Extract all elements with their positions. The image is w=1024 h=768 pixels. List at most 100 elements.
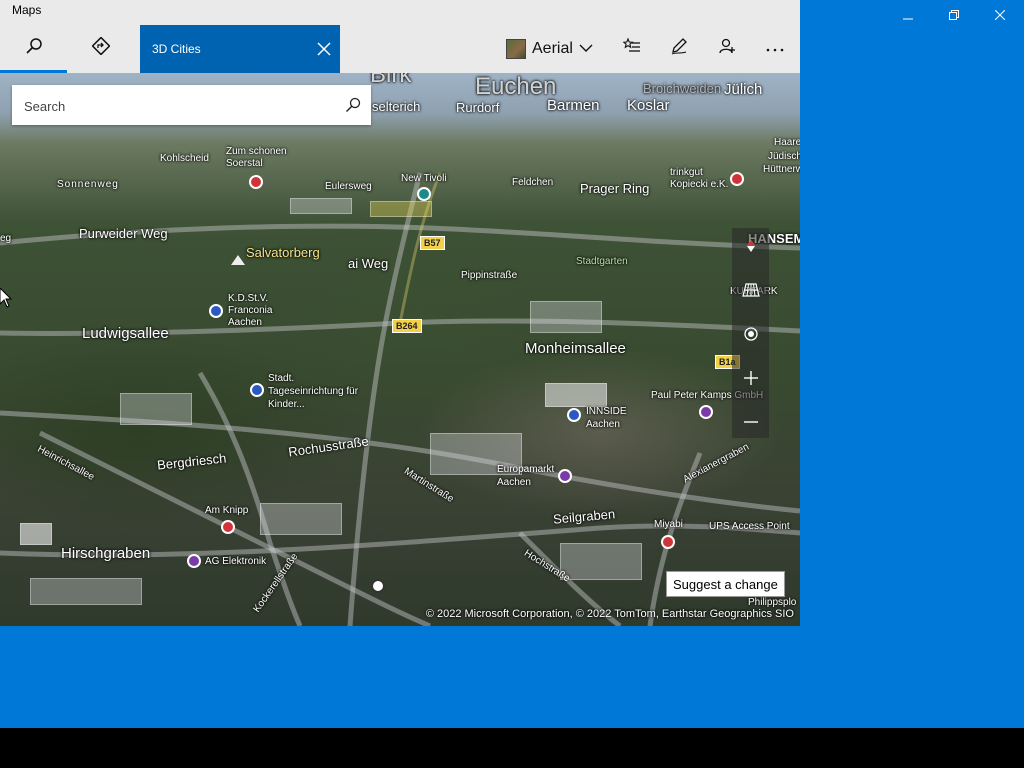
map-label-julich: Jülich — [724, 81, 763, 98]
map-label-ups: UPS Access Point — [709, 521, 790, 532]
search-tab-button[interactable] — [0, 24, 67, 73]
restore-button[interactable] — [931, 0, 977, 32]
map-canvas[interactable]: Birk Euchen Barmen Koslar Broichweiden J… — [0, 73, 800, 626]
building — [20, 523, 52, 545]
map-label-kohlscheid: Kohlscheid — [160, 153, 209, 164]
zoom-in-icon — [743, 370, 759, 391]
map-label-am-knipp: Am Knipp — [205, 505, 249, 516]
map-label-salvatorberg: Salvatorberg — [246, 245, 320, 260]
map-label-rurdorf: Rurdorf — [456, 100, 500, 115]
map-label-ludwigsallee: Ludwigsallee — [82, 325, 169, 342]
building — [30, 578, 142, 605]
map-label-eulersweg: Eulersweg — [325, 181, 372, 192]
building — [290, 198, 352, 214]
close-icon[interactable] — [314, 39, 334, 59]
map-label-sonnenweg: Sonnenweg — [57, 179, 119, 190]
3d-tilt-icon — [741, 282, 760, 302]
map-label-selterich: selterich — [372, 99, 421, 114]
toolbar: 3D Cities Aerial — [0, 24, 800, 73]
map-label-haaren: Haare — [774, 137, 800, 148]
map-label-feldchen: Feldchen — [512, 177, 554, 188]
map-style-button[interactable]: Aerial — [500, 24, 600, 73]
building — [370, 201, 432, 217]
map-label-kuttnerweg: Hüttnerweg — [763, 164, 800, 175]
locate-button[interactable] — [732, 316, 769, 356]
map-label-ai-weg: ai Weg — [348, 256, 389, 271]
bar-poi[interactable] — [730, 172, 744, 186]
suggest-change-button[interactable]: Suggest a change — [666, 571, 785, 597]
map-label-miyabi: Miyabi — [654, 519, 683, 530]
title-bar[interactable]: Maps — [0, 0, 800, 24]
map-label-pippinstrasse: Pippinstraße — [461, 270, 518, 281]
directions-tab-button[interactable] — [67, 24, 134, 73]
more-button[interactable] — [752, 24, 798, 73]
copyright-text: © 2022 Microsoft Corporation, © 2022 Tom… — [425, 608, 794, 620]
maps-window: Maps 3D Cities Aerial Birk Euchen Barmen… — [0, 0, 800, 626]
map-label-monheimsallee: Monheimsallee — [525, 340, 626, 357]
building — [120, 393, 192, 425]
map-label-ag-elektronik: AG Elektronik — [205, 556, 267, 567]
map-controls — [732, 228, 769, 438]
map-label-barmen: Barmen — [547, 97, 600, 114]
map-label-judisch: Jüdisch — [768, 151, 800, 162]
minimize-icon — [903, 7, 913, 25]
education-poi[interactable] — [209, 304, 223, 318]
mouse-cursor-icon — [0, 288, 12, 308]
restore-icon — [949, 7, 959, 25]
route-shield-b264: B264 — [392, 319, 422, 333]
search-input[interactable] — [12, 85, 346, 127]
electronics-poi[interactable] — [187, 554, 201, 568]
restaurant-poi[interactable] — [661, 535, 675, 549]
map-label-koslar: Koslar — [627, 97, 670, 114]
window-title: Maps — [12, 3, 42, 17]
map-label-prager-ring: Prager Ring — [580, 181, 650, 196]
compass-icon — [743, 238, 759, 259]
minimize-button[interactable] — [885, 0, 931, 32]
window-close-button[interactable] — [977, 0, 1023, 32]
ink-pen-icon — [670, 37, 688, 60]
compass-button[interactable] — [732, 228, 769, 268]
close-icon — [994, 7, 1006, 25]
shop-poi[interactable] — [699, 405, 713, 419]
favorites-button[interactable] — [609, 24, 655, 73]
chevron-down-icon — [579, 44, 593, 53]
map-label-birk: Birk — [370, 73, 412, 88]
hotel-poi[interactable] — [567, 408, 581, 422]
childcare-poi[interactable] — [250, 383, 264, 397]
add-person-icon — [718, 37, 736, 60]
tab-3d-cities[interactable]: 3D Cities — [140, 25, 340, 73]
restaurant-poi[interactable] — [249, 175, 263, 189]
map-label-stadtgarten: Stadtgarten — [576, 256, 628, 267]
building — [530, 301, 602, 333]
zoom-out-button[interactable] — [732, 400, 769, 440]
zoom-out-icon — [743, 411, 759, 429]
map-label-broichweiden: Broichweiden — [643, 81, 722, 96]
restaurant-poi[interactable] — [221, 520, 235, 534]
shopping-poi[interactable] — [558, 469, 572, 483]
map-roads — [0, 172, 800, 626]
more-icon — [766, 40, 784, 58]
map-label-eg: eg — [0, 233, 12, 244]
map-label-stadt-tages: Stadt. Tageseinrichtung für Kinder... — [268, 373, 359, 410]
account-button[interactable] — [704, 24, 750, 73]
parking-poi[interactable] — [371, 579, 385, 593]
stadium-poi[interactable] — [417, 187, 431, 201]
ink-button[interactable] — [656, 24, 702, 73]
map-label-europamarkt: Europamarkt Aachen — [497, 464, 555, 488]
map-label-euchen: Euchen — [475, 73, 557, 100]
building — [260, 503, 342, 535]
building — [560, 543, 642, 580]
map-label-inside-aachen: INNSIDE Aachen — [586, 406, 627, 430]
directions-icon — [90, 36, 111, 60]
map-label-zum-schonen-soerstal: Zum schonen Soerstal — [226, 146, 287, 169]
search-icon[interactable] — [343, 95, 363, 115]
peak-icon — [231, 255, 245, 265]
tilt-button[interactable] — [732, 272, 769, 312]
search-icon — [25, 37, 43, 60]
map-label-new-tivoli: New Tivoli — [401, 173, 447, 184]
map-label-philipps: Philippsplo — [748, 597, 797, 608]
map-label-kdstv: K.D.St.V. Franconia Aachen — [228, 293, 273, 328]
map-label-purweider-weg: Purweider Weg — [79, 226, 168, 241]
zoom-in-button[interactable] — [732, 360, 769, 400]
tab-3d-cities-label: 3D Cities — [152, 42, 201, 56]
